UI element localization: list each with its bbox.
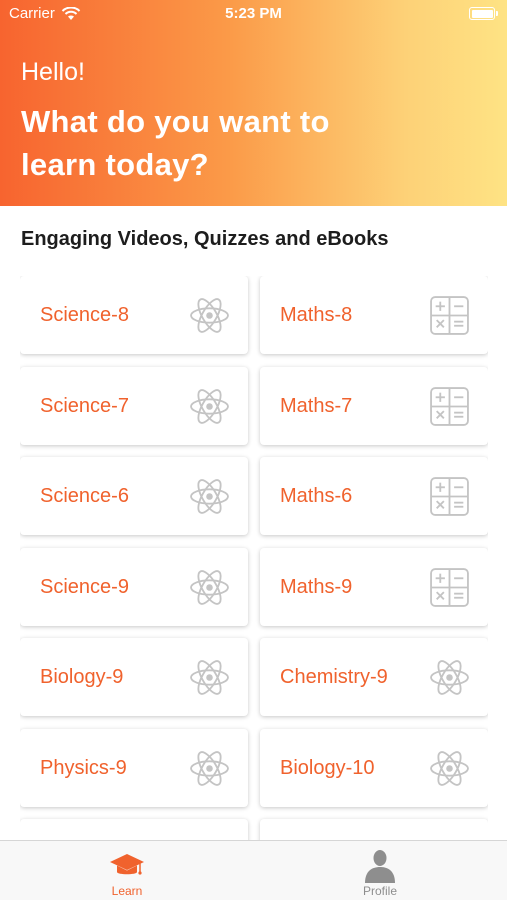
- atom-icon: [189, 748, 230, 789]
- course-card-label: Maths-7: [280, 394, 353, 417]
- atom-icon: [429, 657, 470, 698]
- calculator-icon: [429, 295, 470, 336]
- calculator-icon: [429, 386, 470, 427]
- status-time: 5:23 PM: [225, 5, 282, 22]
- calculator-icon: [429, 567, 470, 608]
- course-card[interactable]: Maths-7: [260, 366, 488, 445]
- course-card[interactable]: Chemistry-9: [260, 638, 488, 716]
- atom-icon: [189, 476, 230, 517]
- tab-learn-label: Learn: [111, 884, 143, 898]
- course-card-label: Biology-10: [280, 756, 375, 779]
- course-card-label: Biology-9: [40, 666, 124, 688]
- section-title: Engaging Videos, Quizzes and eBooks: [21, 228, 389, 250]
- atom-icon: [189, 386, 230, 427]
- atom-icon: [189, 295, 230, 336]
- course-card-label: Chemistry-9: [280, 666, 388, 688]
- course-card[interactable]: Biology-9: [20, 638, 248, 716]
- atom-icon: [429, 748, 470, 789]
- graduation-cap-icon: [110, 854, 144, 875]
- course-card[interactable]: Maths-9: [260, 547, 488, 626]
- course-card-label: Science-7: [40, 394, 129, 417]
- calculator-icon: [429, 476, 470, 517]
- course-card[interactable]: Science-6: [20, 457, 248, 535]
- course-card-label: Science-8: [40, 304, 129, 326]
- atom-icon: [189, 657, 230, 698]
- course-card[interactable]: [260, 819, 488, 840]
- tab-profile[interactable]: Profile: [253, 841, 507, 900]
- atom-icon: [189, 567, 230, 608]
- course-card[interactable]: Physics-9: [20, 728, 248, 807]
- status-bar: Carrier 5:23 PM: [0, 0, 507, 28]
- course-card-label: Maths-8: [280, 304, 353, 326]
- tab-bar: Learn Profile: [0, 840, 507, 900]
- course-grid: Science-8 Maths-8 Science-7 Maths-7 Science-…: [20, 276, 488, 840]
- tab-profile-label: Profile: [362, 884, 397, 898]
- course-card[interactable]: Biology-10: [260, 728, 488, 807]
- course-card[interactable]: Maths-6: [260, 457, 488, 535]
- page-title: What do you want to learn today?: [21, 104, 330, 182]
- tab-learn[interactable]: Learn: [0, 841, 254, 900]
- course-card[interactable]: Science-8: [20, 276, 248, 354]
- course-card-label: Science-9: [40, 575, 129, 598]
- course-card[interactable]: Science-7: [20, 366, 248, 445]
- course-card[interactable]: Maths-8: [260, 276, 488, 354]
- course-card-label: Maths-9: [280, 575, 353, 598]
- course-card-label: Physics-9: [40, 756, 127, 779]
- battery-icon: [469, 7, 498, 20]
- course-card-label: Maths-6: [280, 485, 353, 507]
- header: Carrier 5:23 PM Hello! What do you want …: [0, 0, 507, 206]
- course-card[interactable]: [20, 819, 248, 840]
- person-icon: [365, 850, 395, 883]
- course-card[interactable]: Science-9: [20, 547, 248, 626]
- course-card-label: Science-6: [40, 485, 129, 507]
- greeting: Hello!: [21, 58, 85, 86]
